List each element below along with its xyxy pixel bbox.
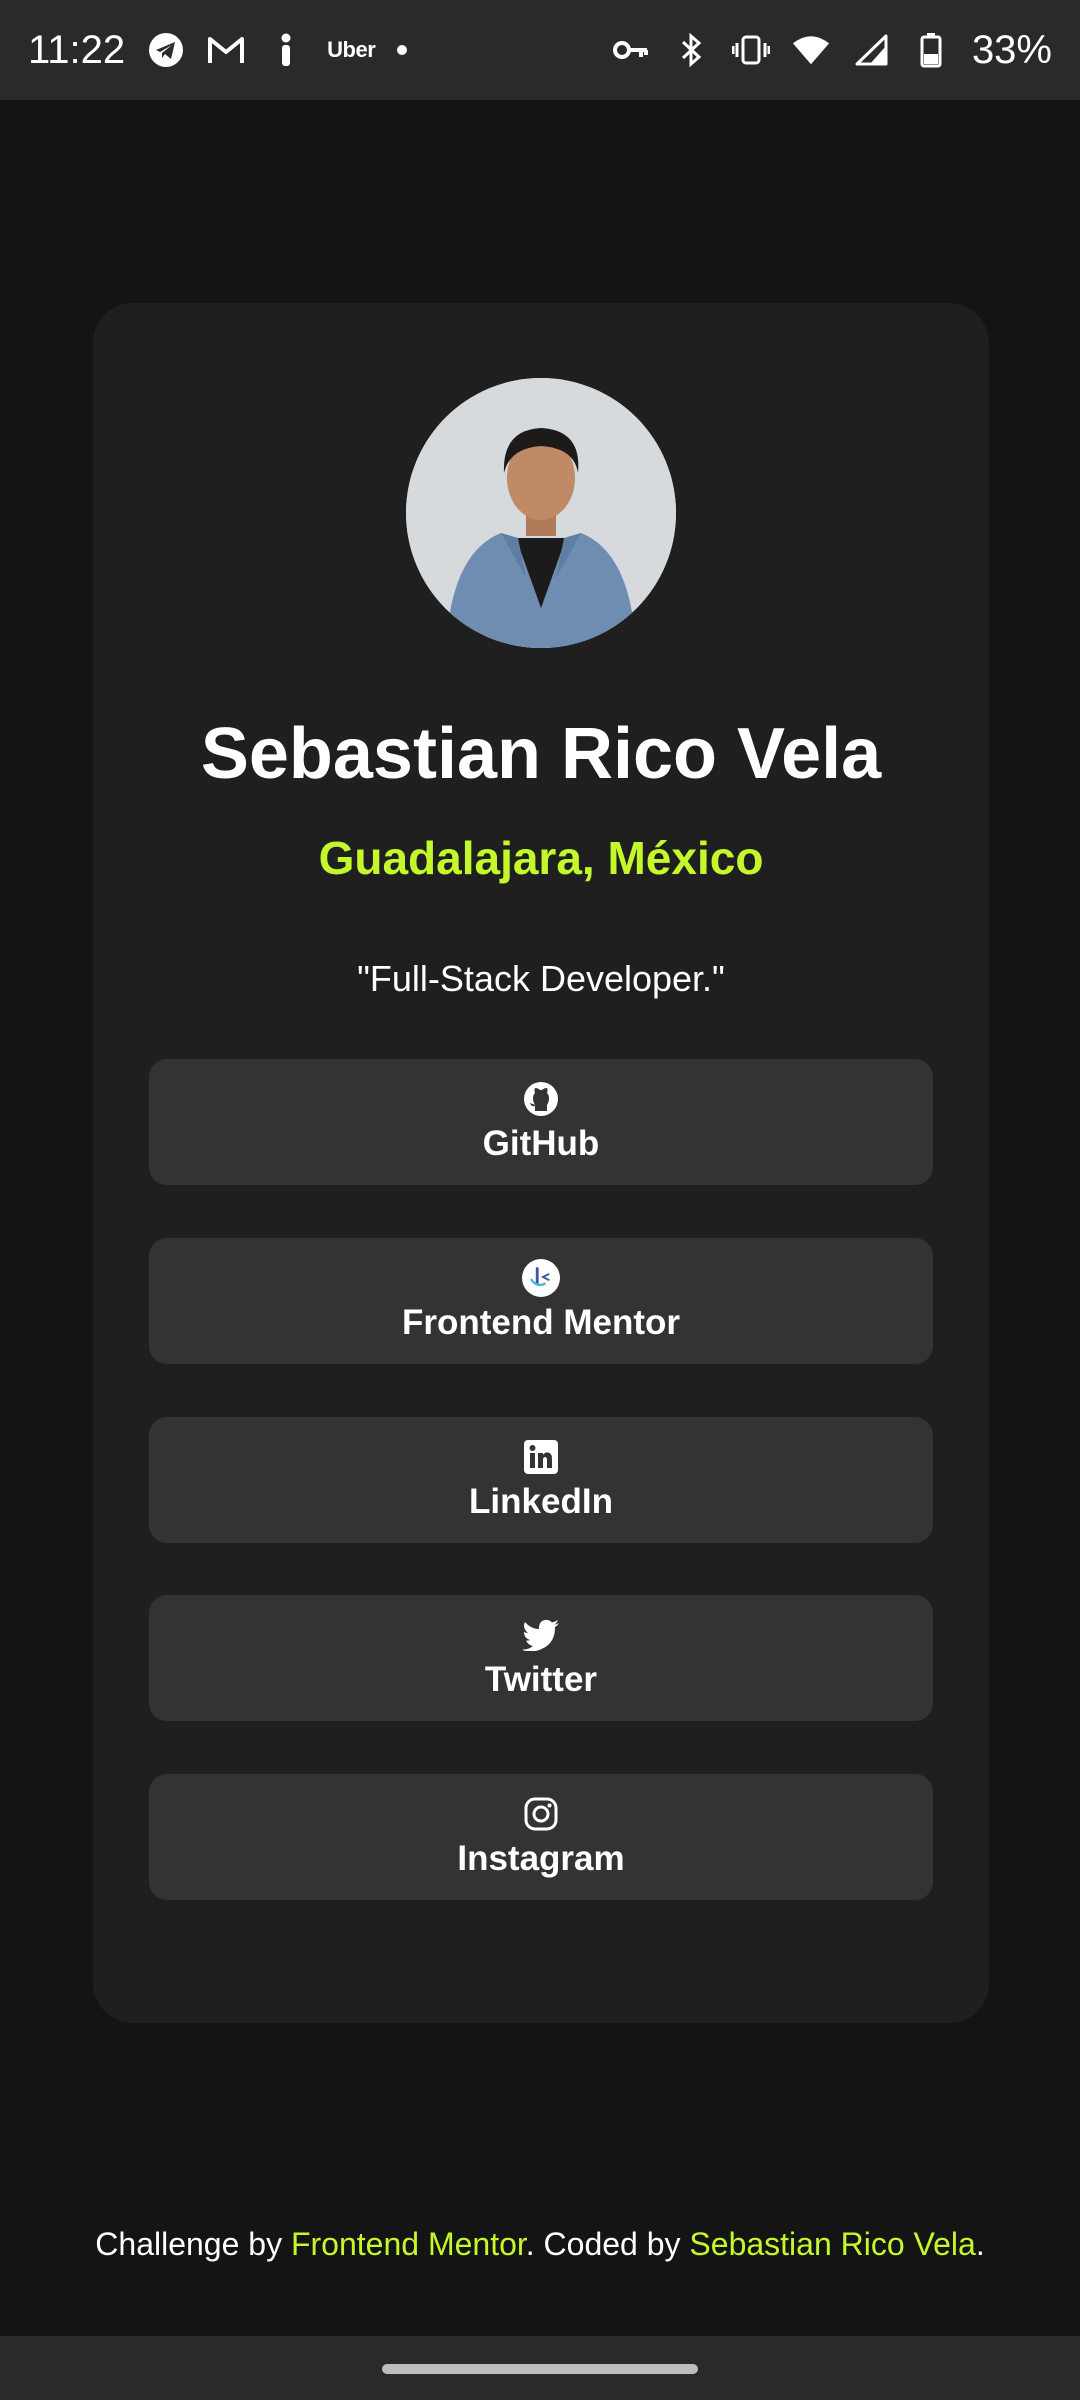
system-icons: 33%	[612, 28, 1052, 73]
wifi-icon	[792, 31, 830, 69]
instagram-link-button[interactable]: Instagram	[149, 1774, 933, 1900]
linkedin-link-label: LinkedIn	[469, 1482, 613, 1521]
battery-percent: 33%	[971, 27, 1052, 72]
footer-suffix: .	[975, 2226, 985, 2262]
frontend-mentor-link-label: Frontend Mentor	[401, 1303, 681, 1342]
profile-name: Sebastian Rico Vela	[200, 714, 882, 794]
uber-icon: Uber	[327, 37, 376, 62]
frontend-mentor-link-button[interactable]: Frontend Mentor	[149, 1238, 933, 1364]
instagram-icon	[522, 1795, 560, 1833]
twitter-icon	[522, 1616, 560, 1654]
frontend-mentor-footer-link[interactable]: Frontend Mentor	[291, 2226, 526, 2262]
avatar	[406, 378, 676, 648]
footer-attribution: Challenge by Frontend Mentor. Coded by S…	[0, 2226, 1080, 2263]
status-time: 11:22	[28, 27, 126, 72]
notification-icons: Uber	[147, 31, 408, 69]
gmail-icon	[207, 31, 245, 69]
footer-prefix: Challenge by	[95, 2226, 291, 2262]
profile-bio: "Full-Stack Developer."	[357, 958, 725, 999]
instagram-link-label: Instagram	[457, 1839, 625, 1878]
github-link-label: GitHub	[482, 1124, 600, 1163]
linkedin-link-button[interactable]: LinkedIn	[149, 1417, 933, 1543]
more-notifications-dot	[397, 45, 408, 55]
cell-signal-icon	[852, 31, 890, 69]
navigation-bar	[0, 2336, 1080, 2400]
home-gesture-handle[interactable]	[382, 2364, 698, 2374]
footer-middle: . Coded by	[525, 2226, 690, 2262]
battery-icon	[912, 31, 950, 69]
bluetooth-icon	[672, 31, 710, 69]
profile-location: Guadalajara, México	[318, 832, 764, 884]
github-icon	[522, 1080, 560, 1118]
twitter-link-button[interactable]: Twitter	[149, 1595, 933, 1721]
telegram-icon	[147, 31, 185, 69]
frontend-mentor-icon	[522, 1259, 560, 1297]
vibrate-icon	[731, 31, 770, 69]
github-link-button[interactable]: GitHub	[149, 1059, 933, 1185]
vpn-key-icon	[612, 31, 650, 69]
author-footer-link[interactable]: Sebastian Rico Vela	[689, 2226, 975, 2262]
info-app-icon	[267, 31, 305, 69]
twitter-link-label: Twitter	[484, 1660, 598, 1699]
status-bar: 11:22 Uber 33%	[0, 0, 1080, 100]
linkedin-icon	[522, 1438, 560, 1476]
avatar-photo	[406, 378, 676, 648]
profile-card: Sebastian Rico Vela Guadalajara, México …	[93, 303, 989, 2023]
